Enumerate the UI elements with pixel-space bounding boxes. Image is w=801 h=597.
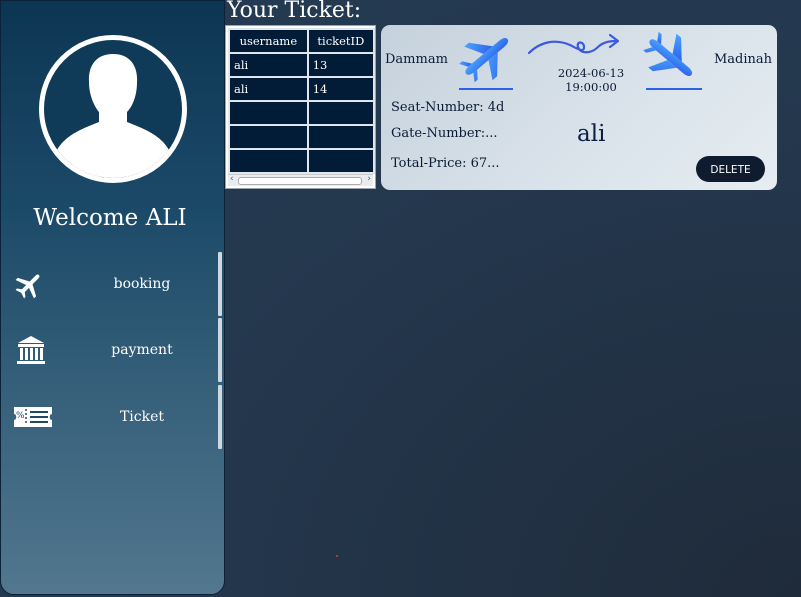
sidebar-item-ticket[interactable]: % Ticket: [1, 385, 224, 451]
scroll-left-icon[interactable]: ‹: [230, 174, 234, 184]
takeoff-plane-icon: [459, 37, 513, 90]
sidebar: Welcome ALI booking payment % Ticket: [0, 0, 225, 595]
departure-datetime: 2024-06-13 19:00:00: [531, 66, 651, 94]
departure-time: 19:00:00: [565, 80, 617, 94]
bank-icon: [13, 334, 53, 368]
flight-path-arrow-icon: [527, 33, 620, 55]
destination-city: Madinah: [714, 52, 773, 67]
total-price: Total-Price: 67...: [391, 156, 500, 171]
column-header-username[interactable]: username: [228, 28, 309, 54]
nav-indicator: [218, 318, 222, 382]
ticket-card: Dammam 2024-06-13 19:00:00 Madinah Seat-…: [381, 25, 777, 190]
avatar: [39, 35, 187, 183]
page-title: Your Ticket:: [227, 0, 362, 23]
seat-number: Seat-Number: 4d: [391, 100, 505, 115]
table-row[interactable]: ali 14: [228, 76, 376, 102]
table-row[interactable]: [228, 148, 376, 174]
cell-ticket-id: [306, 148, 376, 174]
ticket-grid: username ticketID ali 13 ali 14: [228, 28, 376, 174]
sidebar-item-label: payment: [111, 342, 173, 358]
sidebar-item-label: booking: [113, 276, 171, 292]
delete-button[interactable]: DELETE: [696, 156, 765, 182]
scroll-right-icon[interactable]: ›: [367, 174, 371, 184]
departure-date: 2024-06-13: [557, 66, 625, 80]
cell-username: ali: [228, 76, 309, 102]
ticket-icon: %: [13, 401, 53, 435]
cell-username: [228, 100, 309, 126]
table-row[interactable]: ali 13: [228, 52, 376, 78]
nav-indicator: [218, 385, 222, 449]
table-row[interactable]: [228, 124, 376, 150]
gate-number: Gate-Number:...: [391, 126, 498, 141]
origin-city: Dammam: [385, 52, 448, 67]
user-silhouette-icon: [56, 54, 170, 178]
welcome-text: Welcome ALI: [33, 205, 187, 231]
column-header-ticket-id[interactable]: ticketID: [306, 28, 376, 54]
cell-username: [228, 148, 309, 174]
airplane-icon: [13, 268, 53, 302]
landing-plane-icon: [643, 31, 702, 90]
sidebar-item-payment[interactable]: payment: [1, 318, 224, 384]
horizontal-scrollbar[interactable]: ‹ ›: [228, 174, 373, 186]
cell-ticket-id: 14: [306, 76, 376, 102]
nav-indicator: [218, 252, 222, 316]
table-row[interactable]: [228, 100, 376, 126]
cell-ticket-id: [306, 124, 376, 150]
stray-pixel: [336, 555, 338, 557]
passenger-name: ali: [577, 121, 606, 147]
sidebar-item-booking[interactable]: booking: [1, 252, 224, 318]
cell-ticket-id: 13: [306, 52, 376, 78]
scrollbar-thumb[interactable]: [238, 177, 362, 185]
svg-text:%: %: [16, 411, 25, 421]
sidebar-item-label: Ticket: [119, 409, 165, 425]
cell-ticket-id: [306, 100, 376, 126]
cell-username: ali: [228, 52, 309, 78]
cell-username: [228, 124, 309, 150]
ticket-table[interactable]: username ticketID ali 13 ali 14 ‹ ›: [225, 25, 376, 189]
